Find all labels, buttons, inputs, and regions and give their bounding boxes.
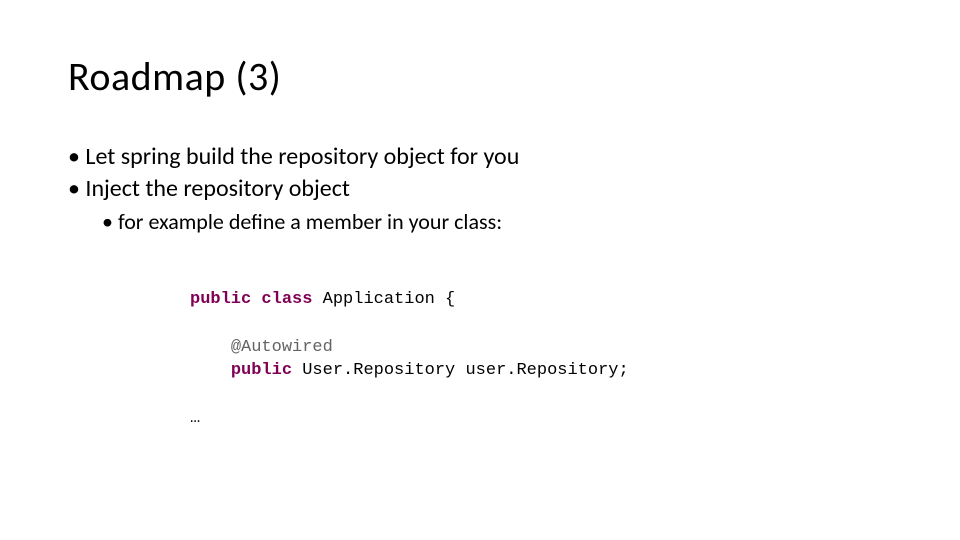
slide: Roadmap (3) • Let spring build the repos… — [0, 0, 960, 540]
code-text: User.Repository — [302, 361, 465, 380]
code-block: public class Application { @Autowired pu… — [190, 288, 629, 431]
list-item: • for example define a member in your cl… — [102, 208, 900, 236]
bullet-list: • Let spring build the repository object… — [68, 142, 900, 236]
code-annotation: @Autowired — [231, 338, 333, 357]
slide-title: Roadmap (3) — [68, 52, 281, 101]
code-text: Application { — [323, 290, 456, 309]
bullet-text: for example define a member in your clas… — [118, 208, 502, 235]
code-keyword: class — [261, 290, 312, 309]
list-item: • Inject the repository object — [68, 174, 900, 204]
code-text: user.Repository — [465, 361, 618, 380]
bullet-icon: • — [68, 142, 80, 171]
code-ellipsis: … — [190, 409, 200, 428]
code-keyword: public — [231, 361, 292, 380]
code-text: ; — [619, 361, 629, 380]
bullet-icon: • — [102, 208, 113, 235]
bullet-text: Let spring build the repository object f… — [85, 142, 519, 171]
bullet-text: Inject the repository object — [85, 174, 350, 203]
code-keyword: public — [190, 290, 251, 309]
list-item: • Let spring build the repository object… — [68, 142, 900, 172]
bullet-icon: • — [68, 174, 80, 203]
